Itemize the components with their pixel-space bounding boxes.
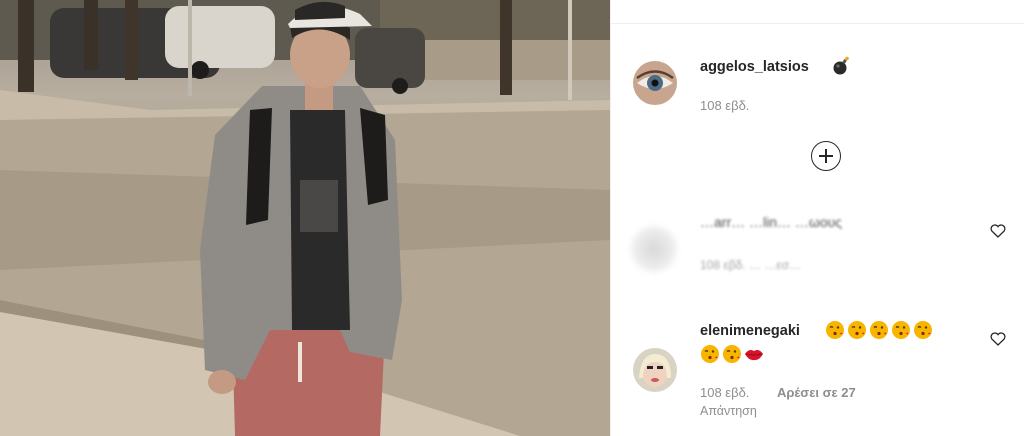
comment-text-blurred: …arr… …lin… …ωους [700, 214, 843, 230]
like-heart-icon[interactable] [990, 224, 1006, 238]
load-more-comments-button[interactable] [811, 141, 841, 171]
reply-button[interactable]: Απάντηση [700, 404, 757, 418]
kissing-face-icon [892, 321, 910, 339]
like-heart-icon[interactable] [990, 332, 1006, 346]
comment-emojis-row-1 [825, 320, 933, 340]
post-photo [0, 0, 610, 436]
profile-photo-icon [633, 348, 677, 392]
comment-emojis-row-2 [700, 344, 764, 364]
street-scene-image [0, 0, 610, 436]
bomb-icon [831, 56, 851, 81]
commenter-avatar[interactable] [633, 348, 677, 392]
kissing-face-icon [870, 321, 888, 339]
divider [611, 23, 1024, 24]
kissing-face-icon [826, 321, 844, 339]
eye-photo-icon [633, 61, 677, 105]
commenter-username[interactable]: elenimenegaki [700, 323, 800, 339]
kissing-face-icon [914, 321, 932, 339]
comment-meta-blurred: 108 εβδ. … …εσ… [700, 258, 802, 272]
author-avatar[interactable] [633, 61, 677, 105]
commenter-avatar-blurred [631, 226, 677, 272]
kissing-face-icon [723, 345, 741, 363]
comments-panel: aggelos_latsios 108 εβδ. …arr… …lin… …ωο… [610, 0, 1024, 436]
lips-icon [745, 350, 763, 361]
comment-time: 108 εβδ. [700, 385, 750, 400]
author-post-time: 108 εβδ. [700, 98, 750, 113]
kissing-face-icon [848, 321, 866, 339]
author-username[interactable]: aggelos_latsios [700, 59, 809, 75]
comment-likes-count[interactable]: Αρέσει σε 27 [777, 385, 856, 400]
kissing-face-icon [701, 345, 719, 363]
